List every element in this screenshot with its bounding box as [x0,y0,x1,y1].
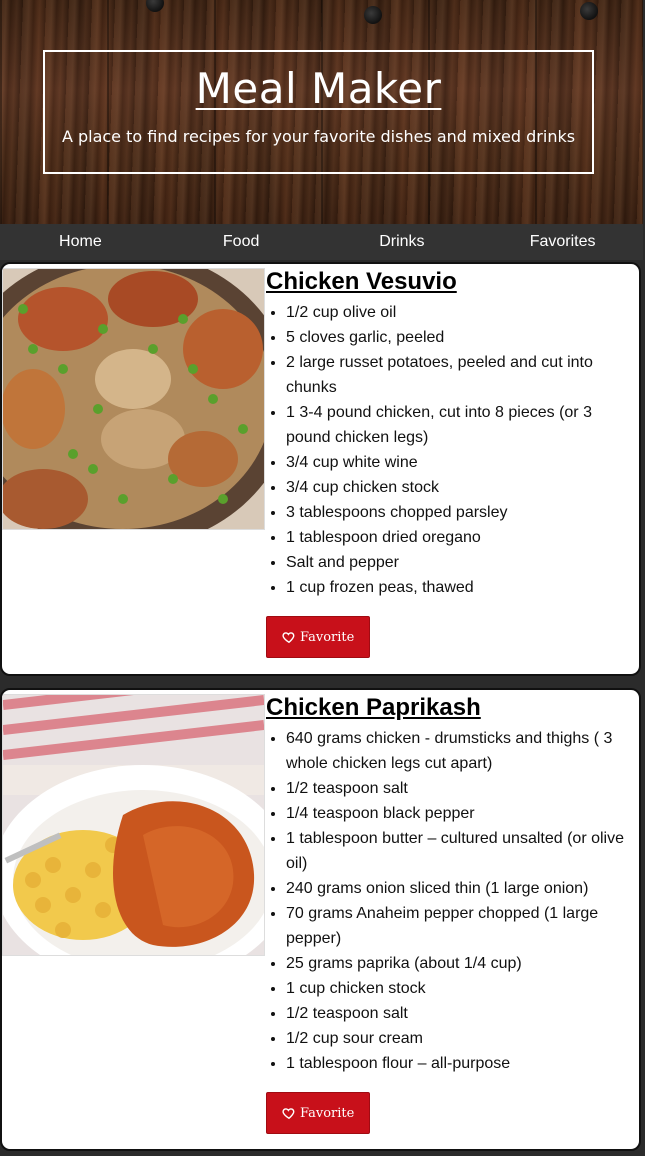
ingredient-item: 1 3-4 pound chicken, cut into 8 pieces (… [286,400,639,450]
ingredient-item: 1 cup chicken stock [286,976,639,1001]
header-banner: Meal Maker A place to find recipes for y… [43,50,594,174]
favorite-button[interactable]: Favorite [266,1092,371,1134]
ingredient-list: 1/2 cup olive oil 5 cloves garlic, peele… [286,300,639,600]
ingredient-item: 25 grams paprika (about 1/4 cup) [286,951,639,976]
recipe-title[interactable]: Chicken Vesuvio [266,268,639,296]
nav-home[interactable]: Home [0,224,161,260]
heart-outline-icon [282,1108,295,1120]
site-title[interactable]: Meal Maker [196,64,442,113]
ingredient-item: 240 grams onion sliced thin (1 large oni… [286,876,639,901]
favorite-label: Favorite [300,1105,355,1121]
nail-decoration [580,2,598,20]
ingredient-item: 70 grams Anaheim pepper chopped (1 large… [286,901,639,951]
recipe-card: Chicken Vesuvio 1/2 cup olive oil 5 clov… [0,262,641,676]
ingredient-item: 1/2 teaspoon salt [286,1001,639,1026]
main-nav: Home Food Drinks Favorites [0,224,643,260]
recipe-details: Chicken Vesuvio 1/2 cup olive oil 5 clov… [266,268,639,658]
ingredient-item: 1 tablespoon flour – all-purpose [286,1051,639,1076]
chicken-paprikash-photo [2,694,265,956]
ingredient-item: Salt and pepper [286,550,639,575]
ingredient-item: 1/4 teaspoon black pepper [286,801,639,826]
ingredient-item: 5 cloves garlic, peeled [286,325,639,350]
recipe-details: Chicken Paprikash 640 grams chicken - dr… [266,694,639,1134]
ingredient-item: 640 grams chicken - drumsticks and thigh… [286,726,639,776]
favorite-button[interactable]: Favorite [266,616,371,658]
nav-food[interactable]: Food [161,224,322,260]
ingredient-item: 3/4 cup white wine [286,450,639,475]
ingredient-item: 3 tablespoons chopped parsley [286,500,639,525]
chicken-vesuvio-photo [2,268,265,530]
nail-decoration [364,6,382,24]
favorite-label: Favorite [300,629,355,645]
ingredient-item: 1 tablespoon butter – cultured unsalted … [286,826,639,876]
recipe-title[interactable]: Chicken Paprikash [266,694,639,722]
ingredient-item: 1/2 cup olive oil [286,300,639,325]
ingredient-item: 1 cup frozen peas, thawed [286,575,639,600]
recipe-card: Chicken Paprikash 640 grams chicken - dr… [0,688,641,1151]
ingredient-item: 1/2 cup sour cream [286,1026,639,1051]
ingredient-list: 640 grams chicken - drumsticks and thigh… [286,726,639,1076]
nav-favorites[interactable]: Favorites [482,224,643,260]
ingredient-item: 2 large russet potatoes, peeled and cut … [286,350,639,400]
heart-outline-icon [282,632,295,644]
site-header: Meal Maker A place to find recipes for y… [0,0,643,224]
nail-decoration [146,0,164,12]
site-subtitle: A place to find recipes for your favorit… [61,127,576,146]
ingredient-item: 1/2 teaspoon salt [286,776,639,801]
ingredient-item: 3/4 cup chicken stock [286,475,639,500]
nav-drinks[interactable]: Drinks [322,224,483,260]
ingredient-item: 1 tablespoon dried oregano [286,525,639,550]
